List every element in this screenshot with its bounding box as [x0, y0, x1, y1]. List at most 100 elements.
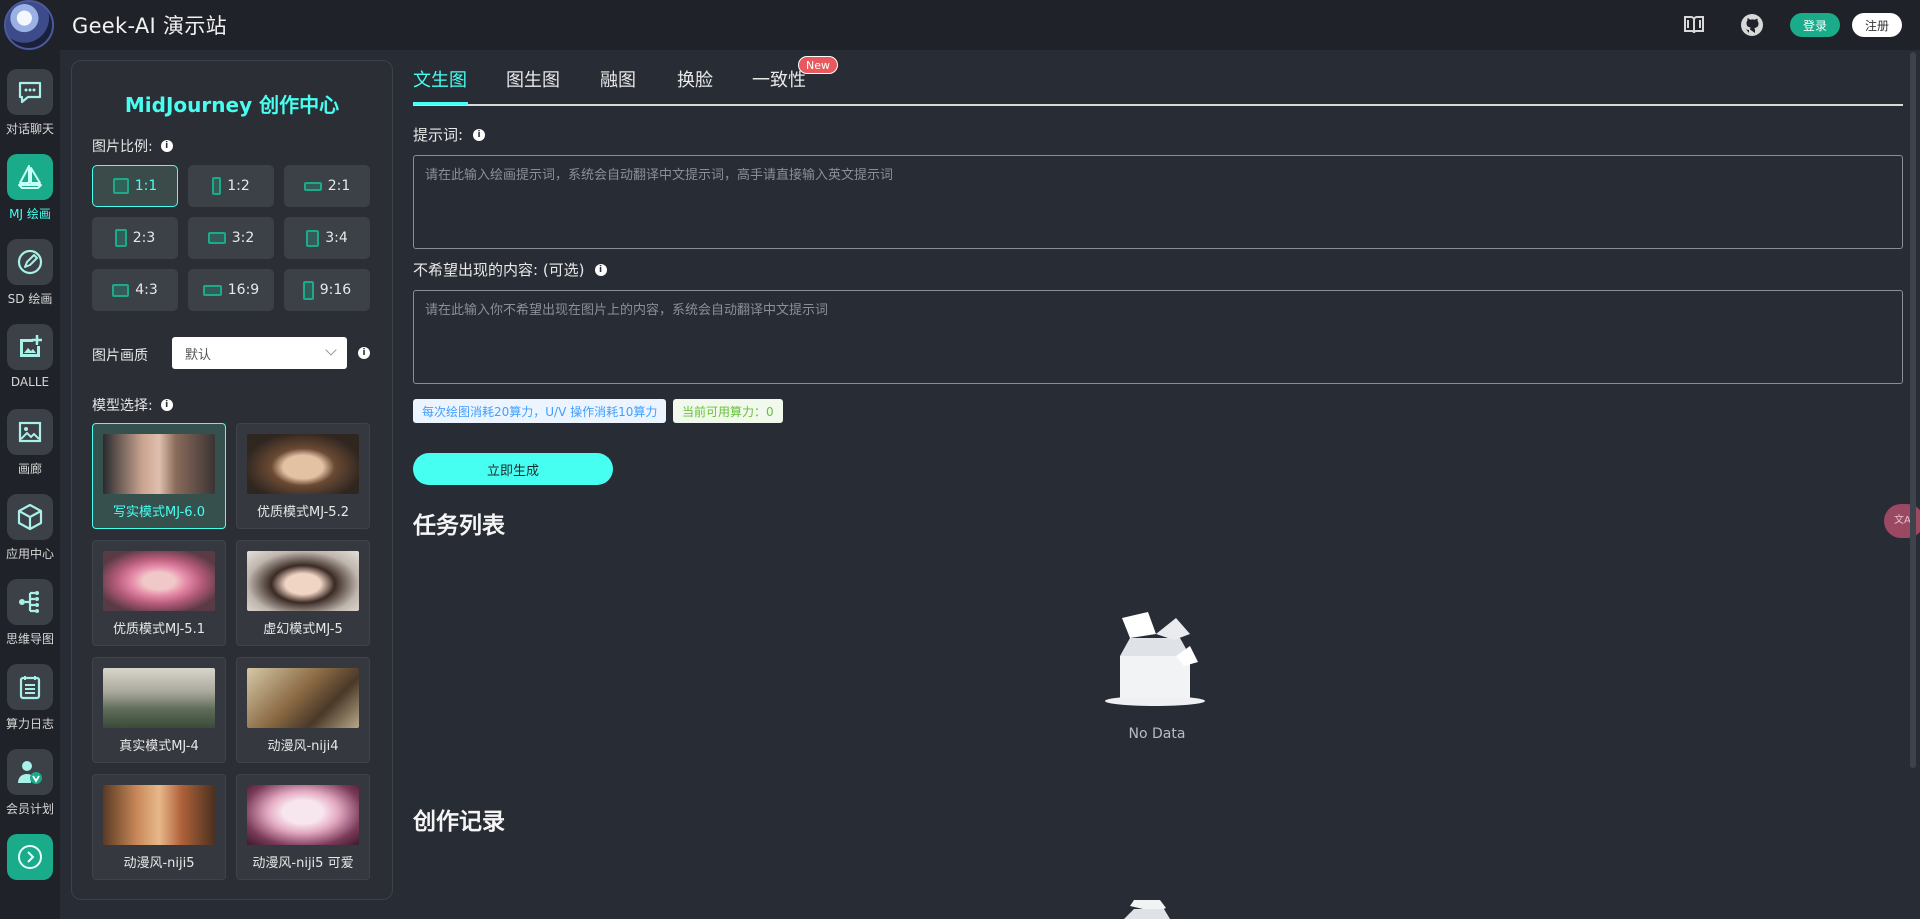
tab-blend[interactable]: 融图	[600, 66, 636, 92]
chevron-right-icon[interactable]	[7, 834, 53, 880]
ratio-option[interactable]: 4:3	[92, 269, 178, 311]
model-card[interactable]: 真实模式MJ-4	[92, 657, 226, 763]
negative-prompt-textarea[interactable]: 请在此输入你不希望出现在图片上的内容，系统会自动翻译中文提示词	[413, 290, 1903, 384]
info-icon[interactable]: i	[358, 347, 370, 359]
ratio-shape-icon	[114, 229, 127, 247]
tab-bar: 文生图 图生图 融图 换脸 一致性	[413, 62, 1903, 106]
model-name: 虚幻模式MJ-5	[263, 622, 343, 637]
generate-button[interactable]: 立即生成	[413, 453, 613, 485]
ratio-option[interactable]: 2:1	[284, 165, 370, 207]
empty-box-icon	[1100, 600, 1210, 710]
ratio-option[interactable]: 1:2	[188, 165, 274, 207]
tab-image-to-image[interactable]: 图生图	[506, 66, 560, 92]
app-title: Geek-AI 演示站	[72, 14, 227, 38]
model-card[interactable]: 写实模式MJ-6.0	[92, 423, 226, 529]
nav-item-chat[interactable]: 对话聊天	[0, 69, 60, 137]
quality-label: 图片画质	[92, 348, 148, 364]
login-button[interactable]: 登录	[1789, 13, 1840, 37]
nav-item-sd[interactable]: SD 绘画	[0, 239, 60, 307]
nav-item-apps[interactable]: 应用中心	[0, 494, 60, 562]
tab-consistency[interactable]: 一致性	[752, 66, 806, 92]
nav-label: DALLE	[10, 375, 50, 389]
model-thumbnail	[247, 551, 359, 611]
model-card[interactable]: 优质模式MJ-5.1	[92, 540, 226, 646]
model-thumbnail	[103, 434, 215, 494]
ratio-option[interactable]: 1:1	[92, 165, 178, 207]
nav-label: MJ 绘画	[9, 207, 51, 221]
ratio-option[interactable]: 3:2	[188, 217, 274, 259]
power-tag: 当前可用算力：0	[673, 399, 783, 423]
app-root: Geek-AI 演示站 登录 注册 对话聊天 MJ 绘画 SD 绘画 DALLE…	[0, 0, 1920, 919]
picture-icon	[7, 409, 53, 455]
info-icon[interactable]: i	[160, 140, 173, 152]
ratio-option-label: 2:1	[327, 178, 351, 194]
nav-item-dalle[interactable]: DALLE	[0, 324, 60, 389]
ratio-option[interactable]: 16:9	[188, 269, 274, 311]
page-scrollbar[interactable]	[1910, 52, 1916, 768]
model-thumbnail	[247, 785, 359, 845]
task-list-title: 任务列表	[413, 513, 505, 539]
side-navigation: 对话聊天 MJ 绘画 SD 绘画 DALLE 画廊 应用中心 思维导图 算力日志…	[0, 50, 60, 919]
model-thumbnail	[247, 668, 359, 728]
github-icon[interactable]	[1740, 13, 1764, 37]
sailboat-icon	[7, 154, 53, 200]
app-logo[interactable]	[4, 0, 54, 50]
top-header: Geek-AI 演示站 登录 注册	[0, 0, 1920, 50]
ratio-shape-icon	[306, 229, 320, 247]
ratio-option-label: 1:1	[134, 178, 158, 194]
model-thumbnail	[247, 434, 359, 494]
negative-label-row: 不希望出现的内容: (可选) i	[413, 259, 607, 280]
model-name: 动漫风-niji5 可爱	[252, 856, 354, 871]
chevron-down-icon	[325, 344, 337, 356]
nav-label: 算力日志	[5, 717, 54, 731]
prompt-textarea[interactable]: 请在此输入绘画提示词，系统会自动翻译中文提示词，高手请直接输入英文提示词	[413, 155, 1903, 249]
header-actions: 登录 注册	[1682, 0, 1902, 50]
model-thumbnail	[103, 551, 215, 611]
ratio-option-label: 1:2	[227, 178, 250, 194]
empty-box-icon	[1122, 900, 1170, 919]
tab-face-swap[interactable]: 换脸	[677, 66, 713, 92]
prompt-label: 提示词:	[413, 126, 464, 144]
info-icon[interactable]: i	[594, 263, 607, 276]
quality-select[interactable]: 默认	[172, 337, 347, 369]
creation-record-title: 创作记录	[413, 809, 505, 835]
image-plus-icon	[7, 324, 53, 370]
info-icon[interactable]: i	[160, 399, 173, 411]
ratio-option[interactable]: 2:3	[92, 217, 178, 259]
model-card[interactable]: 优质模式MJ-5.2	[236, 423, 370, 529]
ratio-shape-icon	[302, 280, 314, 300]
tab-text-to-image[interactable]: 文生图	[413, 66, 467, 92]
model-name: 写实模式MJ-6.0	[113, 505, 205, 520]
nav-item-power-log[interactable]: 算力日志	[0, 664, 60, 732]
model-label: 模型选择:	[92, 398, 153, 414]
model-name: 动漫风-niji5	[123, 856, 195, 871]
model-card[interactable]: 动漫风-niji5 可爱	[236, 774, 370, 880]
model-card[interactable]: 动漫风-niji5	[92, 774, 226, 880]
nav-label: 画廊	[17, 462, 42, 476]
ratio-option[interactable]: 9:16	[284, 269, 370, 311]
nav-item-gallery[interactable]: 画廊	[0, 409, 60, 477]
ratio-option-label: 4:3	[135, 282, 158, 298]
mindmap-icon	[7, 579, 53, 625]
nav-item-mj[interactable]: MJ 绘画	[0, 154, 60, 222]
ratio-option-label: 3:4	[325, 230, 348, 246]
empty-state-text: No Data	[1128, 726, 1186, 742]
model-card[interactable]: 动漫风-niji4	[236, 657, 370, 763]
negative-prompt-label: 不希望出现的内容: (可选)	[413, 261, 585, 279]
nav-item-mindmap[interactable]: 思维导图	[0, 579, 60, 647]
ratio-option[interactable]: 3:4	[284, 217, 370, 259]
model-card[interactable]: 虚幻模式MJ-5	[236, 540, 370, 646]
ratio-shape-icon	[207, 232, 226, 244]
register-button[interactable]: 注册	[1851, 13, 1902, 37]
nav-label: SD 绘画	[7, 292, 53, 306]
cost-tag: 每次绘图消耗20算力，U/V 操作消耗10算力	[413, 399, 667, 423]
nav-item-membership[interactable]: 会员计划	[0, 749, 60, 817]
config-panel: MidJourney 创作中心 图片比例: i 1:1 1:2 2:1 2:3	[71, 60, 393, 900]
book-icon[interactable]	[1682, 13, 1706, 37]
info-icon[interactable]: i	[473, 128, 486, 141]
ratio-shape-icon	[112, 283, 130, 297]
active-tab-indicator	[413, 102, 468, 105]
model-name: 动漫风-niji4	[267, 739, 339, 754]
ratio-label: 图片比例:	[92, 139, 153, 155]
prompt-label-row: 提示词: i	[413, 124, 486, 145]
